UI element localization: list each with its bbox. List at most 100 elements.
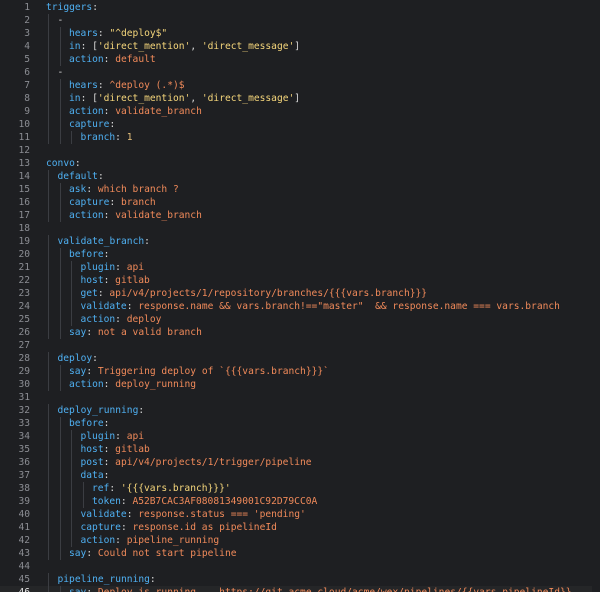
code-line[interactable]: 2-: [0, 14, 600, 27]
code-line[interactable]: 37 data:: [0, 469, 600, 482]
indent-guide: [48, 547, 49, 560]
code-line[interactable]: 1 triggers:: [0, 1, 600, 14]
indent-guide: [59, 313, 61, 326]
code-line[interactable]: 15 ask: which branch ?: [0, 183, 600, 196]
code-line[interactable]: 8 in: ['direct_mention', 'direct_message'…: [0, 92, 600, 105]
line-number: 34: [18, 431, 30, 442]
code-text: before:: [69, 417, 109, 430]
indent-guide: [71, 430, 72, 443]
code-line[interactable]: 26 say: not a valid branch: [0, 326, 600, 339]
indent-guide: [48, 131, 49, 144]
code-line[interactable]: 11 branch: 1: [0, 131, 600, 144]
code-text: -: [58, 66, 64, 79]
code-token: :: [103, 457, 116, 468]
code-line[interactable]: 42 action: pipeline_running: [0, 534, 600, 547]
code-line[interactable]: 34 plugin: api: [0, 430, 600, 443]
code-token: 'direct_message': [201, 41, 295, 52]
code-line[interactable]: 19 validate_branch:: [0, 235, 600, 248]
code-line[interactable]: 41 capture: response.id as pipelineId: [0, 521, 600, 534]
vertical-scrollbar[interactable]: [592, 0, 600, 592]
indent-guide: [59, 482, 61, 495]
indent-guide: [71, 287, 72, 300]
indent-guide: [48, 209, 49, 222]
code-line[interactable]: 28 deploy:: [0, 352, 600, 365]
indent-guide: [48, 495, 49, 508]
code-line[interactable]: 13 convo:: [0, 157, 600, 170]
indent-guide: [48, 365, 49, 378]
code-line[interactable]: 3 hears: "^deploy$": [0, 27, 600, 40]
line-number: 6: [24, 67, 30, 78]
code-line[interactable]: 23 get: api/v4/projects/1/repository/bran…: [0, 287, 600, 300]
code-token: action: [69, 379, 104, 390]
code-token: :: [86, 587, 98, 592]
code-line[interactable]: 6-: [0, 66, 600, 79]
code-text: deploy_running:: [58, 404, 145, 417]
code-text: action: default: [69, 53, 156, 66]
code-line[interactable]: 17 action: validate_branch: [0, 209, 600, 222]
indent-guide: [59, 547, 61, 560]
line-number: 43: [18, 548, 30, 559]
line-number: 36: [18, 457, 30, 468]
code-line[interactable]: 4 in: ['direct_mention', 'direct_message'…: [0, 40, 600, 53]
indent-guide: [71, 300, 72, 313]
line-number: 21: [18, 262, 30, 273]
code-line[interactable]: 38 ref: '{{{vars.branch}}}': [0, 482, 600, 495]
code-token: in: [69, 93, 81, 104]
indent-guide: [59, 300, 61, 313]
code-text: action: deploy: [81, 313, 162, 326]
line-number: 42: [18, 535, 30, 546]
code-line[interactable]: 18: [0, 222, 600, 235]
code-line[interactable]: 30 action: deploy_running: [0, 378, 600, 391]
code-token: pipeline_running: [57, 574, 150, 585]
code-line[interactable]: 45 pipeline_running:: [0, 573, 600, 586]
code-line[interactable]: 44: [0, 560, 600, 573]
code-editor[interactable]: 1 triggers: 2-3 hears: "^deploy$" 4 in: ['dir…: [0, 0, 600, 592]
code-token: default: [115, 54, 156, 65]
code-text: hears: ^deploy (.*)$: [69, 79, 185, 92]
indent-guide: [71, 469, 72, 482]
indent-guide: [71, 131, 72, 144]
code-text: action: validate_branch: [69, 105, 202, 118]
code-line[interactable]: 9 action: validate_branch: [0, 105, 600, 118]
code-token: response.status === 'pending': [138, 509, 306, 520]
code-line[interactable]: 33 before:: [0, 417, 600, 430]
code-token: action: [80, 535, 116, 546]
indent-guide: [48, 118, 49, 131]
indent-guide: [59, 443, 61, 456]
indent-guide: [48, 326, 49, 339]
code-line[interactable]: 39 token: A52B7CAC3AF08081349001C92D79CC0…: [0, 495, 600, 508]
indent-guide: [59, 521, 61, 534]
code-line[interactable]: 12: [0, 144, 600, 157]
code-line[interactable]: 24 validate: response.name && vars.branch…: [0, 300, 600, 313]
code-line[interactable]: 21 plugin: api: [0, 261, 600, 274]
code-line[interactable]: 29 say: Triggering deploy of `{{{vars.bra…: [0, 365, 600, 378]
code-line[interactable]: 40 validate: response.status === 'pending…: [0, 508, 600, 521]
code-token: capture: [80, 522, 121, 533]
code-line[interactable]: 22 host: gitlab: [0, 274, 600, 287]
code-text: say: Deploy is running... https://git.ac…: [69, 586, 572, 592]
code-line[interactable]: 32 deploy_running:: [0, 404, 600, 417]
indent-guide: [48, 508, 49, 521]
code-line[interactable]: 25 action: deploy: [0, 313, 600, 326]
code-line[interactable]: 43 say: Could not start pipeline: [0, 547, 600, 560]
code-token: Deploy is running... https://git.acme.cl…: [98, 587, 572, 592]
indent-guide: [71, 261, 72, 274]
code-line[interactable]: 5 action: default: [0, 53, 600, 66]
code-line[interactable]: 16 capture: branch: [0, 196, 600, 209]
code-line[interactable]: 35 host: gitlab: [0, 443, 600, 456]
line-number: 23: [18, 288, 30, 299]
code-line[interactable]: 7 hears: ^deploy (.*)$: [0, 79, 600, 92]
line-number: 33: [18, 418, 30, 429]
indent-guide: [82, 482, 84, 495]
code-line[interactable]: 31: [0, 391, 600, 404]
code-line[interactable]: 20 before:: [0, 248, 600, 261]
code-text: pipeline_running:: [58, 573, 156, 586]
code-line[interactable]: 27: [0, 339, 600, 352]
code-line[interactable]: 36 post: api/v4/projects/1/trigger/pipeli…: [0, 456, 600, 469]
code-line[interactable]: 46 say: Deploy is running... https://git.…: [0, 586, 600, 592]
line-number: 32: [18, 405, 30, 416]
code-line[interactable]: 10 capture:: [0, 118, 600, 131]
code-token: :: [103, 210, 116, 221]
code-line[interactable]: 14 default:: [0, 170, 600, 183]
line-number: 8: [24, 93, 30, 104]
